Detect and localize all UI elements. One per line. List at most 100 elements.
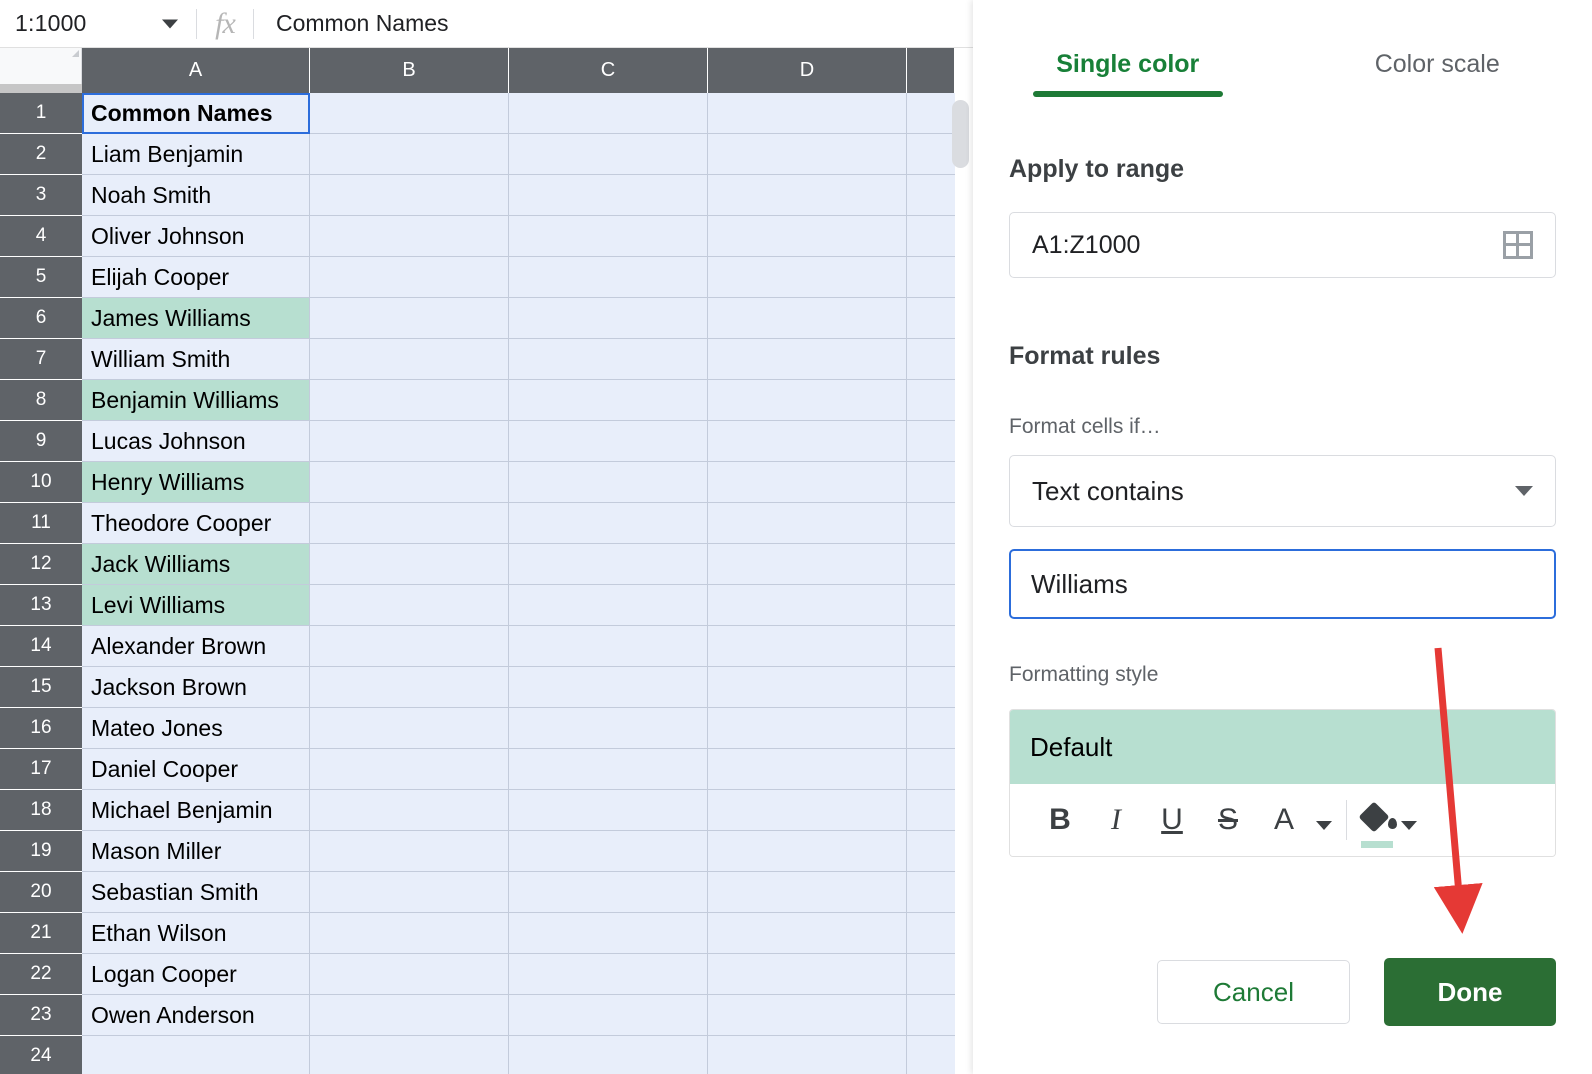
cell-B23[interactable] xyxy=(310,995,509,1036)
cell-A24[interactable] xyxy=(82,1036,310,1074)
cell-B16[interactable] xyxy=(310,708,509,749)
cell-E6[interactable] xyxy=(907,298,955,339)
cell-D2[interactable] xyxy=(708,134,907,175)
cell-B4[interactable] xyxy=(310,216,509,257)
row-header[interactable]: 19 xyxy=(0,831,82,872)
vertical-scrollbar[interactable] xyxy=(952,100,969,168)
row-header[interactable]: 12 xyxy=(0,544,82,585)
grid-select-icon[interactable] xyxy=(1503,231,1533,259)
row-header[interactable]: 24 xyxy=(0,1036,82,1074)
cell-A2[interactable]: Liam Benjamin xyxy=(82,134,310,175)
cell-B7[interactable] xyxy=(310,339,509,380)
row-header[interactable]: 16 xyxy=(0,708,82,749)
cell-D16[interactable] xyxy=(708,708,907,749)
cell-D3[interactable] xyxy=(708,175,907,216)
condition-select[interactable]: Text contains xyxy=(1009,455,1556,527)
cell-C24[interactable] xyxy=(509,1036,708,1074)
cell-D5[interactable] xyxy=(708,257,907,298)
cell-C12[interactable] xyxy=(509,544,708,585)
cell-C3[interactable] xyxy=(509,175,708,216)
cell-D13[interactable] xyxy=(708,585,907,626)
cell-A21[interactable]: Ethan Wilson xyxy=(82,913,310,954)
cell-A15[interactable]: Jackson Brown xyxy=(82,667,310,708)
cell-A11[interactable]: Theodore Cooper xyxy=(82,503,310,544)
row-header[interactable]: 15 xyxy=(0,667,82,708)
cell-C15[interactable] xyxy=(509,667,708,708)
cell-A9[interactable]: Lucas Johnson xyxy=(82,421,310,462)
cell-B19[interactable] xyxy=(310,831,509,872)
cell-C21[interactable] xyxy=(509,913,708,954)
cell-E9[interactable] xyxy=(907,421,955,462)
column-header-d[interactable]: D xyxy=(708,48,907,93)
cell-E17[interactable] xyxy=(907,749,955,790)
cell-A5[interactable]: Elijah Cooper xyxy=(82,257,310,298)
cell-D17[interactable] xyxy=(708,749,907,790)
text-color-control[interactable]: A xyxy=(1256,790,1332,850)
row-header[interactable]: 23 xyxy=(0,995,82,1036)
cell-E4[interactable] xyxy=(907,216,955,257)
cell-A20[interactable]: Sebastian Smith xyxy=(82,872,310,913)
cell-C17[interactable] xyxy=(509,749,708,790)
row-header[interactable]: 14 xyxy=(0,626,82,667)
row-header[interactable]: 20 xyxy=(0,872,82,913)
cell-E3[interactable] xyxy=(907,175,955,216)
select-all-corner[interactable] xyxy=(0,48,82,93)
cell-D15[interactable] xyxy=(708,667,907,708)
cell-E19[interactable] xyxy=(907,831,955,872)
cell-D4[interactable] xyxy=(708,216,907,257)
cell-D11[interactable] xyxy=(708,503,907,544)
cell-D1[interactable] xyxy=(708,93,907,134)
cell-C22[interactable] xyxy=(509,954,708,995)
cell-C6[interactable] xyxy=(509,298,708,339)
cell-E12[interactable] xyxy=(907,544,955,585)
row-header[interactable]: 8 xyxy=(0,380,82,421)
chevron-down-icon[interactable] xyxy=(162,19,178,28)
cell-C16[interactable] xyxy=(509,708,708,749)
row-header[interactable]: 1 xyxy=(0,93,82,134)
cell-C2[interactable] xyxy=(509,134,708,175)
cell-E15[interactable] xyxy=(907,667,955,708)
formula-input[interactable]: Common Names xyxy=(254,10,973,37)
cell-A10[interactable]: Henry Williams xyxy=(82,462,310,503)
row-header[interactable]: 21 xyxy=(0,913,82,954)
column-header-e[interactable] xyxy=(907,48,955,93)
cell-D6[interactable] xyxy=(708,298,907,339)
cell-E10[interactable] xyxy=(907,462,955,503)
cell-E22[interactable] xyxy=(907,954,955,995)
cell-C19[interactable] xyxy=(509,831,708,872)
row-header[interactable]: 5 xyxy=(0,257,82,298)
cell-D14[interactable] xyxy=(708,626,907,667)
fill-color-control[interactable] xyxy=(1358,800,1417,848)
criteria-input[interactable]: Williams xyxy=(1009,549,1556,619)
cell-D9[interactable] xyxy=(708,421,907,462)
cell-B8[interactable] xyxy=(310,380,509,421)
cell-E16[interactable] xyxy=(907,708,955,749)
cell-B11[interactable] xyxy=(310,503,509,544)
cell-D20[interactable] xyxy=(708,872,907,913)
cell-D8[interactable] xyxy=(708,380,907,421)
row-header[interactable]: 4 xyxy=(0,216,82,257)
cell-D21[interactable] xyxy=(708,913,907,954)
cell-A7[interactable]: William Smith xyxy=(82,339,310,380)
row-header[interactable]: 17 xyxy=(0,749,82,790)
cell-A6[interactable]: James Williams xyxy=(82,298,310,339)
function-icon[interactable]: fx xyxy=(197,0,253,48)
cancel-button[interactable]: Cancel xyxy=(1157,960,1350,1024)
cell-B17[interactable] xyxy=(310,749,509,790)
cell-C8[interactable] xyxy=(509,380,708,421)
cell-E24[interactable] xyxy=(907,1036,955,1074)
underline-button[interactable]: U xyxy=(1144,790,1200,850)
tab-single-color[interactable]: Single color xyxy=(973,50,1283,97)
cell-E13[interactable] xyxy=(907,585,955,626)
row-header[interactable]: 3 xyxy=(0,175,82,216)
tab-color-scale[interactable]: Color scale xyxy=(1283,50,1592,97)
italic-button[interactable]: I xyxy=(1088,790,1144,850)
cell-C20[interactable] xyxy=(509,872,708,913)
cell-A8[interactable]: Benjamin Williams xyxy=(82,380,310,421)
cell-A23[interactable]: Owen Anderson xyxy=(82,995,310,1036)
cell-B15[interactable] xyxy=(310,667,509,708)
cell-E2[interactable] xyxy=(907,134,955,175)
cell-A18[interactable]: Michael Benjamin xyxy=(82,790,310,831)
strikethrough-button[interactable]: S xyxy=(1200,790,1256,850)
row-header[interactable]: 2 xyxy=(0,134,82,175)
